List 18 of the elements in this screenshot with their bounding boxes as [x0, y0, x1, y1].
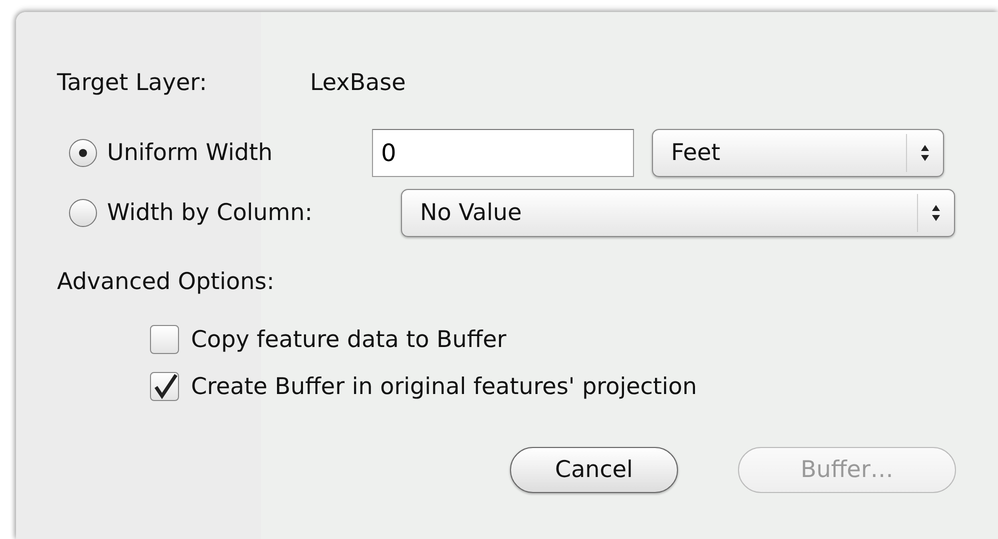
checkbox-label[interactable]: Create Buffer in original features' projection — [191, 374, 697, 400]
dropdown[interactable]: No Value — [401, 189, 955, 237]
field-label: Target Layer: — [57, 70, 208, 96]
dropdown[interactable]: Feet — [652, 129, 944, 177]
up-down-arrows-icon — [930, 203, 942, 223]
checkbox-label[interactable]: Copy feature data to Buffer — [191, 326, 506, 352]
radio-button[interactable] — [69, 139, 97, 167]
radio-label[interactable]: Uniform Width — [107, 140, 273, 166]
button: Buffer… — [738, 447, 956, 493]
radio-label[interactable]: Width by Column: — [107, 200, 312, 226]
up-down-arrows-icon — [919, 143, 931, 163]
checkbox[interactable] — [150, 372, 179, 401]
checkbox[interactable] — [150, 325, 179, 354]
section-label: Advanced Options: — [57, 269, 276, 295]
button[interactable]: Cancel — [510, 447, 678, 493]
input-field[interactable]: 0 — [372, 129, 634, 177]
layer-name: LexBase — [310, 70, 406, 96]
radio-button[interactable] — [69, 199, 97, 227]
